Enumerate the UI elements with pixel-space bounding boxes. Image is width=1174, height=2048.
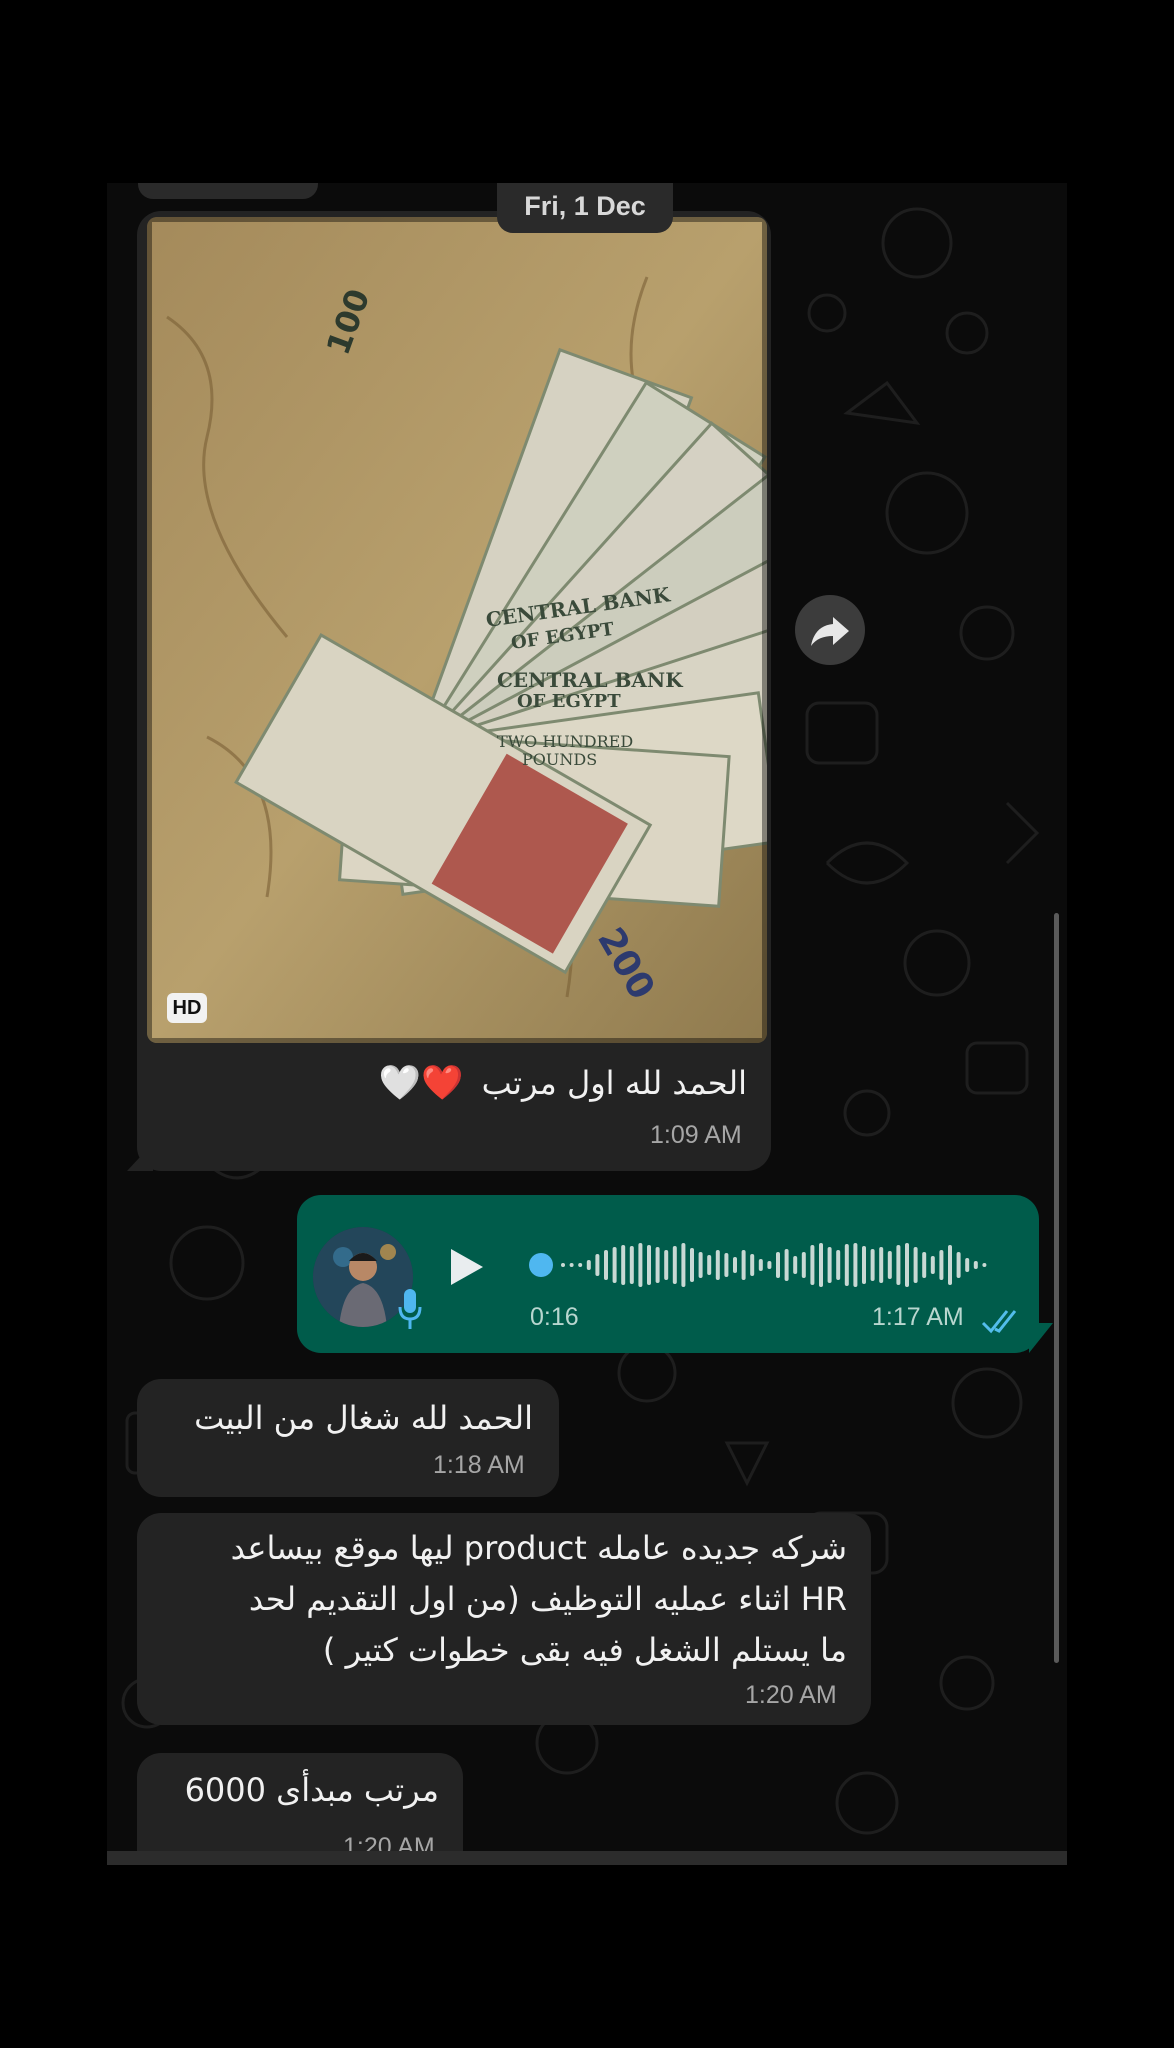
message-bubble[interactable]: مرتب مبدأى 6000 1:20 AM xyxy=(137,1753,463,1865)
message-text: الحمد لله شغال من البيت xyxy=(194,1399,533,1437)
waveform-bar xyxy=(784,1249,789,1281)
waveform-bar xyxy=(793,1256,798,1274)
svg-text:OF EGYPT: OF EGYPT xyxy=(517,691,621,712)
voice-message-bubble[interactable]: 0:16 1:17 AM xyxy=(297,1195,1039,1353)
waveform-bar xyxy=(827,1247,832,1283)
waveform-bar xyxy=(896,1245,901,1285)
waveform-bar xyxy=(733,1257,737,1273)
heart-emojis: ❤️🤍 xyxy=(378,1063,464,1103)
waveform-bar xyxy=(905,1243,909,1287)
waveform-bar xyxy=(629,1246,634,1284)
waveform-bar xyxy=(801,1252,806,1278)
waveform-bar xyxy=(930,1256,935,1274)
message-line: شركه جديده عامله product ليها موقع بيساع… xyxy=(230,1529,847,1567)
waveform-bar xyxy=(982,1263,987,1267)
waveform-bar xyxy=(715,1250,720,1280)
waveform-bar xyxy=(836,1250,841,1280)
message-bubble[interactable]: شركه جديده عامله product ليها موقع بيساع… xyxy=(137,1513,871,1725)
message-text: مرتب مبدأى 6000 xyxy=(184,1771,439,1809)
bubble-tail xyxy=(1029,1323,1053,1353)
waveform-bar xyxy=(638,1243,643,1287)
forward-icon xyxy=(811,617,849,646)
date-chip: Fri, 1 Dec xyxy=(497,183,673,233)
message-time: 1:17 AM xyxy=(872,1303,964,1331)
waveform-bar xyxy=(939,1250,944,1280)
waveform-bar xyxy=(853,1243,858,1287)
waveform-bar xyxy=(776,1252,780,1278)
chat-area[interactable]: CENTRAL BANK OF EGYPT CENTRAL BANK OF EG… xyxy=(107,183,1067,1865)
waveform-bar xyxy=(879,1247,884,1283)
waveform-bar xyxy=(767,1261,772,1269)
svg-text:CENTRAL BANK: CENTRAL BANK xyxy=(497,668,683,692)
waveform-bar xyxy=(655,1247,660,1283)
svg-text:TWO HUNDRED: TWO HUNDRED xyxy=(497,732,633,751)
waveform-bar xyxy=(672,1246,677,1284)
waveform-bar xyxy=(913,1247,918,1283)
waveform-bar xyxy=(690,1248,694,1282)
microphone-icon xyxy=(398,1289,422,1329)
waveform-bar xyxy=(862,1246,866,1284)
waveform-bar xyxy=(724,1253,729,1277)
waveform-bar xyxy=(965,1258,970,1272)
waveform-bar xyxy=(681,1243,686,1287)
waveform-bar xyxy=(707,1255,712,1275)
waveform-bar xyxy=(578,1263,583,1267)
photo-caption: الحمد لله اول مرتب ❤️🤍 xyxy=(378,1063,747,1103)
composer-edge xyxy=(107,1851,1067,1865)
waveform-bar xyxy=(647,1245,651,1285)
waveform-bar xyxy=(750,1254,755,1276)
voice-duration: 0:16 xyxy=(530,1303,579,1331)
waveform-bar xyxy=(870,1249,875,1281)
double-check-icon xyxy=(981,1310,1017,1334)
svg-text:POUNDS: POUNDS xyxy=(522,750,597,769)
waveform-bar xyxy=(973,1261,978,1269)
waveform-bar xyxy=(956,1252,961,1278)
waveform-bar xyxy=(819,1243,823,1287)
play-icon[interactable] xyxy=(447,1245,487,1289)
waveform-bar xyxy=(612,1247,617,1283)
waveform-bar xyxy=(758,1259,763,1271)
waveform-bar xyxy=(604,1250,608,1280)
message-time: 1:09 AM xyxy=(650,1121,742,1149)
waveform-bar xyxy=(569,1263,574,1267)
previous-message-edge xyxy=(138,183,318,199)
waveform-bar xyxy=(698,1252,703,1278)
waveform-bar xyxy=(844,1244,849,1286)
audio-waveform[interactable] xyxy=(527,1233,1007,1297)
forward-button[interactable] xyxy=(795,595,865,665)
waveform-bar xyxy=(561,1263,565,1267)
waveform-bar xyxy=(595,1254,600,1276)
waveform-bar xyxy=(922,1252,927,1278)
hd-badge: HD xyxy=(167,993,207,1023)
message-line: ما يستلم الشغل فيه بقى خطوات كتير ) xyxy=(322,1631,847,1669)
waveform-bar xyxy=(586,1260,591,1270)
waveform-bar xyxy=(810,1245,815,1285)
message-time: 1:20 AM xyxy=(745,1681,837,1709)
waveform-bar xyxy=(664,1250,669,1280)
message-line: HR اثناء عمليه التوظيف (من اول التقديم ل… xyxy=(248,1580,847,1618)
waveform-bar xyxy=(887,1251,892,1279)
message-time: 1:18 AM xyxy=(433,1451,525,1479)
banknotes-image: CENTRAL BANK OF EGYPT CENTRAL BANK OF EG… xyxy=(147,217,767,1043)
scrollbar[interactable] xyxy=(1054,913,1059,1663)
bubble-tail xyxy=(127,1143,153,1171)
message-bubble[interactable]: الحمد لله شغال من البيت 1:18 AM xyxy=(137,1379,559,1497)
banknotes-photo[interactable]: CENTRAL BANK OF EGYPT CENTRAL BANK OF EG… xyxy=(147,217,767,1043)
waveform-bar xyxy=(948,1245,952,1285)
waveform-bar xyxy=(741,1250,746,1280)
waveform-bar xyxy=(621,1245,626,1285)
